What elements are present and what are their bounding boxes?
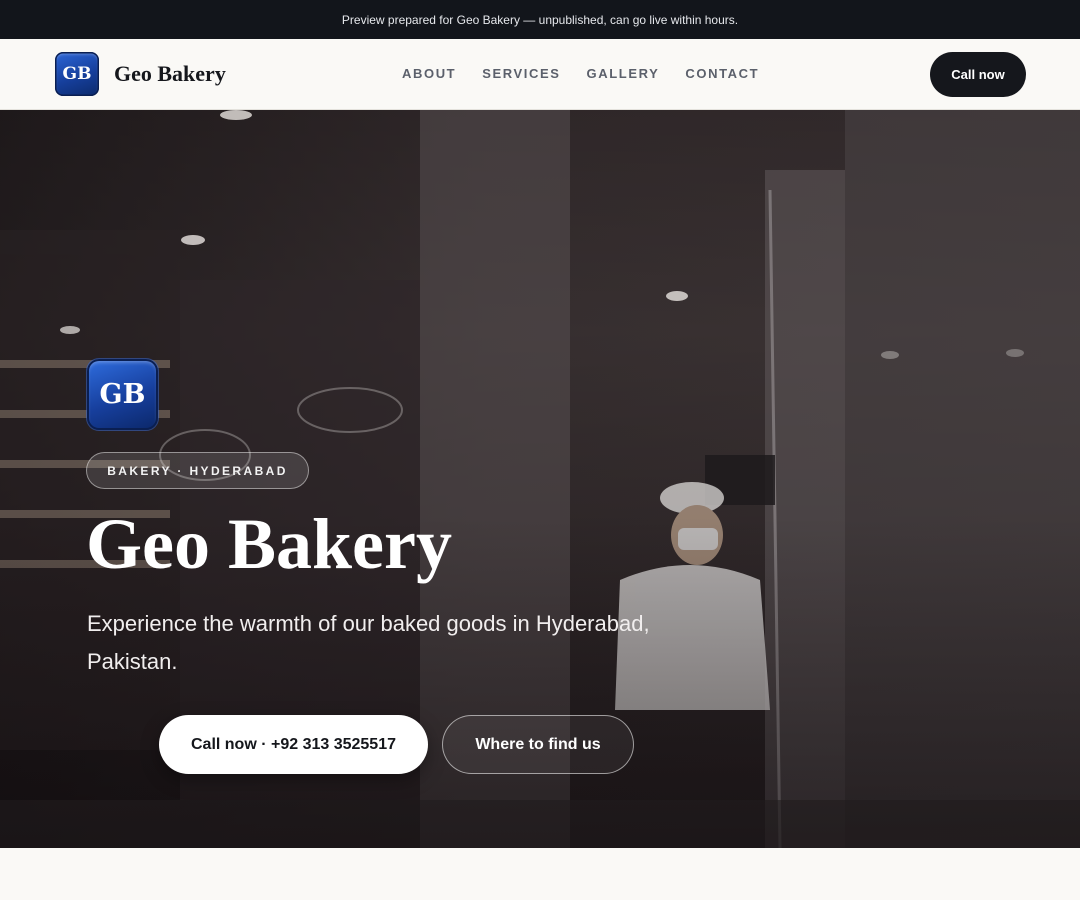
header-call-button[interactable]: Call now	[930, 52, 1026, 97]
call-now-button[interactable]: Call now · +92 313 3525517	[159, 715, 428, 774]
main-nav: ABOUT SERVICES GALLERY CONTACT	[402, 66, 785, 81]
hero-logo-text: GB	[99, 379, 146, 410]
preview-banner: Preview prepared for Geo Bakery — unpubl…	[0, 0, 1080, 39]
site-header: GB Geo Bakery ABOUT SERVICES GALLERY CON…	[0, 39, 1080, 110]
nav-item-about[interactable]: ABOUT	[402, 66, 456, 81]
logo-text: GB	[62, 64, 92, 84]
hero-category-tag: BAKERY · HYDERABAD	[86, 452, 309, 489]
nav-item-services[interactable]: SERVICES	[482, 66, 560, 81]
hero-logo-badge: GB	[87, 359, 158, 430]
logo-badge[interactable]: GB	[55, 52, 99, 96]
hero-subtitle: Experience the warmth of our baked goods…	[87, 611, 650, 674]
hero-title: Geo Bakery	[86, 504, 452, 584]
find-us-button[interactable]: Where to find us	[442, 715, 634, 774]
nav-item-gallery[interactable]: GALLERY	[587, 66, 660, 81]
nav-item-contact[interactable]: CONTACT	[685, 66, 759, 81]
brand-name[interactable]: Geo Bakery	[114, 61, 226, 87]
hero-section: GB BAKERY · HYDERABAD Geo Bakery Experie…	[0, 110, 1080, 848]
preview-banner-text: Preview prepared for Geo Bakery — unpubl…	[341, 12, 739, 27]
